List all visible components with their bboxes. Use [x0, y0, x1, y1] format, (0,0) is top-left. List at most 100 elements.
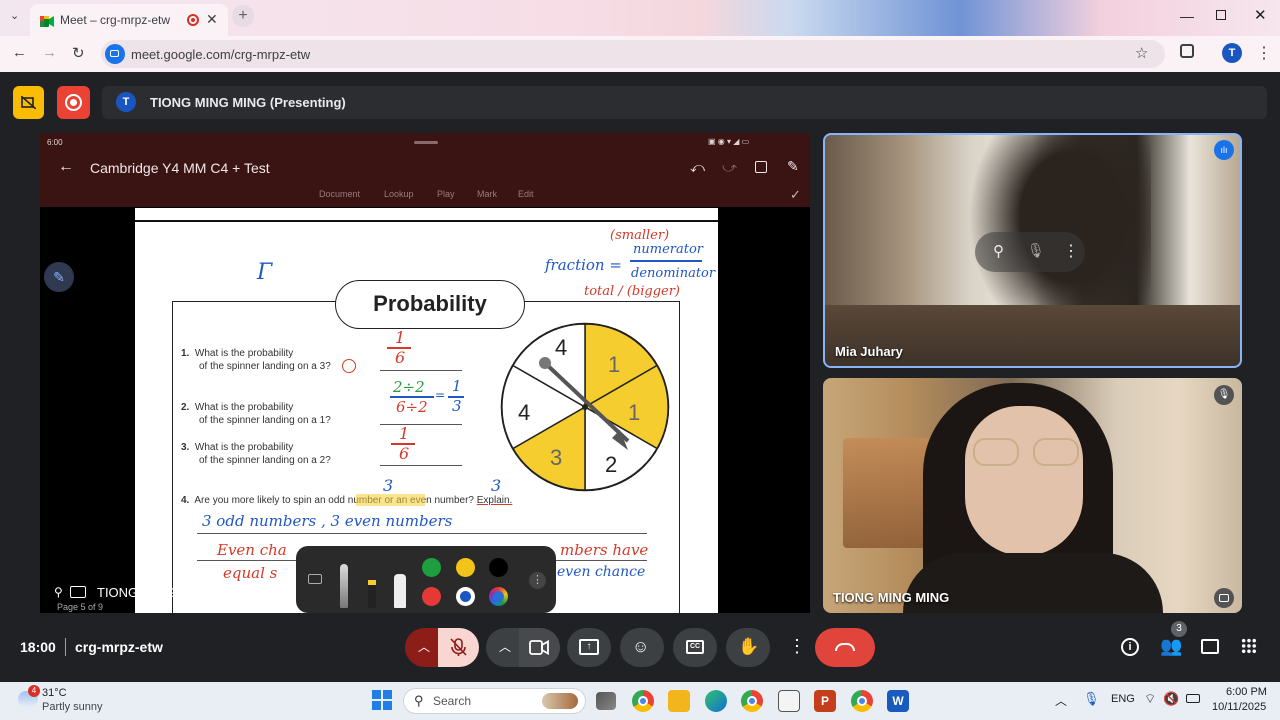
video-camera-icon	[529, 640, 549, 655]
minimize-icon[interactable]: —	[1180, 8, 1194, 24]
save-icon[interactable]	[755, 161, 767, 173]
activities-grid-icon[interactable]	[1241, 638, 1257, 654]
leave-call-button[interactable]	[815, 628, 875, 667]
drag-handle	[414, 141, 438, 144]
back-icon[interactable]: ←	[12, 44, 27, 61]
pin-participant-icon[interactable]: ⚲	[993, 242, 1004, 260]
forward-icon[interactable]: →	[42, 44, 57, 61]
reload-icon[interactable]: ↻	[72, 44, 85, 62]
close-window-icon[interactable]: ✕	[1254, 6, 1267, 24]
camera-off-icon	[21, 96, 36, 109]
taskbar-search[interactable]: ⚲ Search	[403, 688, 586, 714]
reactions-button[interactable]: ☺	[620, 628, 664, 667]
pen-tool-icon[interactable]: ✎	[787, 158, 799, 175]
color-yellow-icon[interactable]	[456, 558, 475, 577]
profile-avatar[interactable]: T	[1222, 43, 1242, 63]
volume-muted-icon[interactable]: 🔇	[1163, 691, 1179, 707]
camera-toggle-button[interactable]	[519, 628, 560, 667]
search-icon: ⚲	[414, 693, 424, 708]
spinner-label-4: 2	[605, 452, 617, 477]
presenter-label: TIONG MING MING (Presenting)	[150, 95, 346, 110]
color-blue-selected-icon[interactable]	[456, 587, 475, 606]
browser-tab-bar: ⌄ Meet – crg-mrpz-etw ✕ + — ✕	[0, 0, 1280, 36]
doc-tab-edit[interactable]: Edit	[518, 189, 534, 199]
tray-clock-date[interactable]: 10/11/2025	[1212, 701, 1266, 713]
tray-chevron-icon[interactable]: ︿	[1055, 692, 1067, 709]
address-bar[interactable]: meet.google.com/crg-mrpz-etw ☆	[101, 40, 1165, 68]
chrome-profile-icon[interactable]	[741, 690, 763, 712]
wifi-icon[interactable]: ⌔	[1144, 691, 1156, 707]
q4-even-count: 3	[491, 476, 502, 495]
pin-icon[interactable]: ⚲	[54, 585, 63, 599]
undo-icon[interactable]: ⤺	[690, 159, 705, 176]
toolbar-more-icon[interactable]: ⋮	[529, 572, 546, 589]
participant-tile-tiong[interactable]: 🎙 TIONG MING MING	[823, 378, 1242, 613]
color-picker-icon[interactable]	[489, 587, 508, 606]
answer-2-denominator: 6÷2	[396, 398, 428, 416]
handwritten-mark: Γ	[257, 260, 273, 285]
tab-list-chevron-icon[interactable]: ⌄	[10, 9, 19, 22]
doc-tab-lookup[interactable]: Lookup	[384, 189, 414, 199]
windows-start-icon[interactable]	[372, 690, 392, 710]
meeting-time: 18:00	[20, 639, 56, 655]
maximize-icon[interactable]	[1216, 10, 1226, 20]
participant-more-icon[interactable]: ⋮	[1063, 241, 1079, 261]
tab-meet[interactable]: Meet – crg-mrpz-etw ✕	[30, 4, 228, 36]
status-time: 6:00	[47, 138, 63, 147]
doc-tab-play[interactable]: Play	[437, 189, 455, 199]
bookmark-star-icon[interactable]: ☆	[1135, 44, 1148, 62]
back-arrow-icon[interactable]: ←	[58, 158, 74, 176]
edit-fab-icon[interactable]: ✎	[44, 262, 74, 292]
check-icon[interactable]: ✓	[790, 187, 801, 203]
extensions-icon[interactable]	[1180, 44, 1194, 58]
q4-answer-line-1: 3 odd numbers , 3 even numbers	[202, 512, 453, 530]
participant-tile-mia[interactable]: ⚲ 🎙 ⋮ ılı Mia Juhary	[823, 133, 1242, 368]
task-view-icon[interactable]	[596, 692, 616, 710]
tray-mic-icon[interactable]: 🎙	[1083, 691, 1100, 707]
camera-off-button[interactable]	[13, 86, 44, 119]
presenter-overlay-name: TIONG MING MING	[97, 585, 214, 600]
meeting-info-icon[interactable]: i	[1121, 638, 1139, 656]
people-icon[interactable]: 👥	[1160, 636, 1182, 657]
document-title: Cambridge Y4 MM C4 + Test	[90, 160, 270, 176]
snipping-tool-icon[interactable]	[778, 690, 800, 712]
meeting-code: crg-mrpz-etw	[75, 639, 163, 655]
answer-line-2	[380, 424, 462, 425]
captions-button[interactable]: CC	[673, 628, 717, 667]
close-tab-icon[interactable]: ✕	[206, 11, 218, 28]
color-red-icon[interactable]	[422, 587, 441, 606]
keyboard-icon[interactable]	[308, 574, 322, 584]
browser-menu-icon[interactable]: ⋮	[1256, 43, 1272, 63]
word-icon[interactable]: W	[887, 690, 909, 712]
chat-icon[interactable]	[1201, 639, 1219, 654]
site-info-icon[interactable]	[105, 44, 125, 64]
raise-hand-button[interactable]: ✋	[726, 628, 770, 667]
eraser-icon[interactable]	[394, 574, 406, 608]
chrome-taskbar-icon[interactable]	[632, 690, 654, 712]
powerpoint-icon[interactable]: P	[814, 690, 836, 712]
chrome-alt-icon[interactable]	[851, 690, 873, 712]
more-options-button[interactable]: ⋮	[779, 628, 807, 667]
redo-icon[interactable]: ⤻	[722, 159, 737, 176]
answer-3-numerator: 1	[399, 424, 410, 443]
recording-button[interactable]	[57, 86, 90, 119]
question-2: 2. What is the probability of the spinne…	[181, 402, 331, 426]
present-now-button[interactable]: ↑	[567, 628, 611, 667]
spinner-label-5: 3	[550, 445, 562, 470]
fountain-pen-icon[interactable]	[340, 564, 348, 608]
doc-tab-document[interactable]: Document	[319, 189, 360, 199]
mute-participant-icon[interactable]: 🎙	[1027, 242, 1045, 259]
edge-icon[interactable]	[705, 690, 727, 712]
file-explorer-icon[interactable]	[668, 690, 690, 712]
self-view-toggle-icon[interactable]	[1214, 588, 1234, 608]
new-tab-icon[interactable]: +	[232, 5, 254, 27]
language-indicator[interactable]: ENG	[1111, 693, 1135, 705]
highlighter-icon[interactable]	[368, 580, 376, 608]
battery-icon[interactable]	[1186, 694, 1200, 703]
color-green-icon[interactable]	[422, 558, 441, 577]
tray-clock-time[interactable]: 6:00 PM	[1226, 686, 1267, 698]
mic-toggle-button[interactable]	[438, 628, 479, 667]
color-black-icon[interactable]	[489, 558, 508, 577]
question-3: 3. What is the probability of the spinne…	[181, 442, 331, 466]
doc-tab-mark[interactable]: Mark	[477, 189, 497, 199]
